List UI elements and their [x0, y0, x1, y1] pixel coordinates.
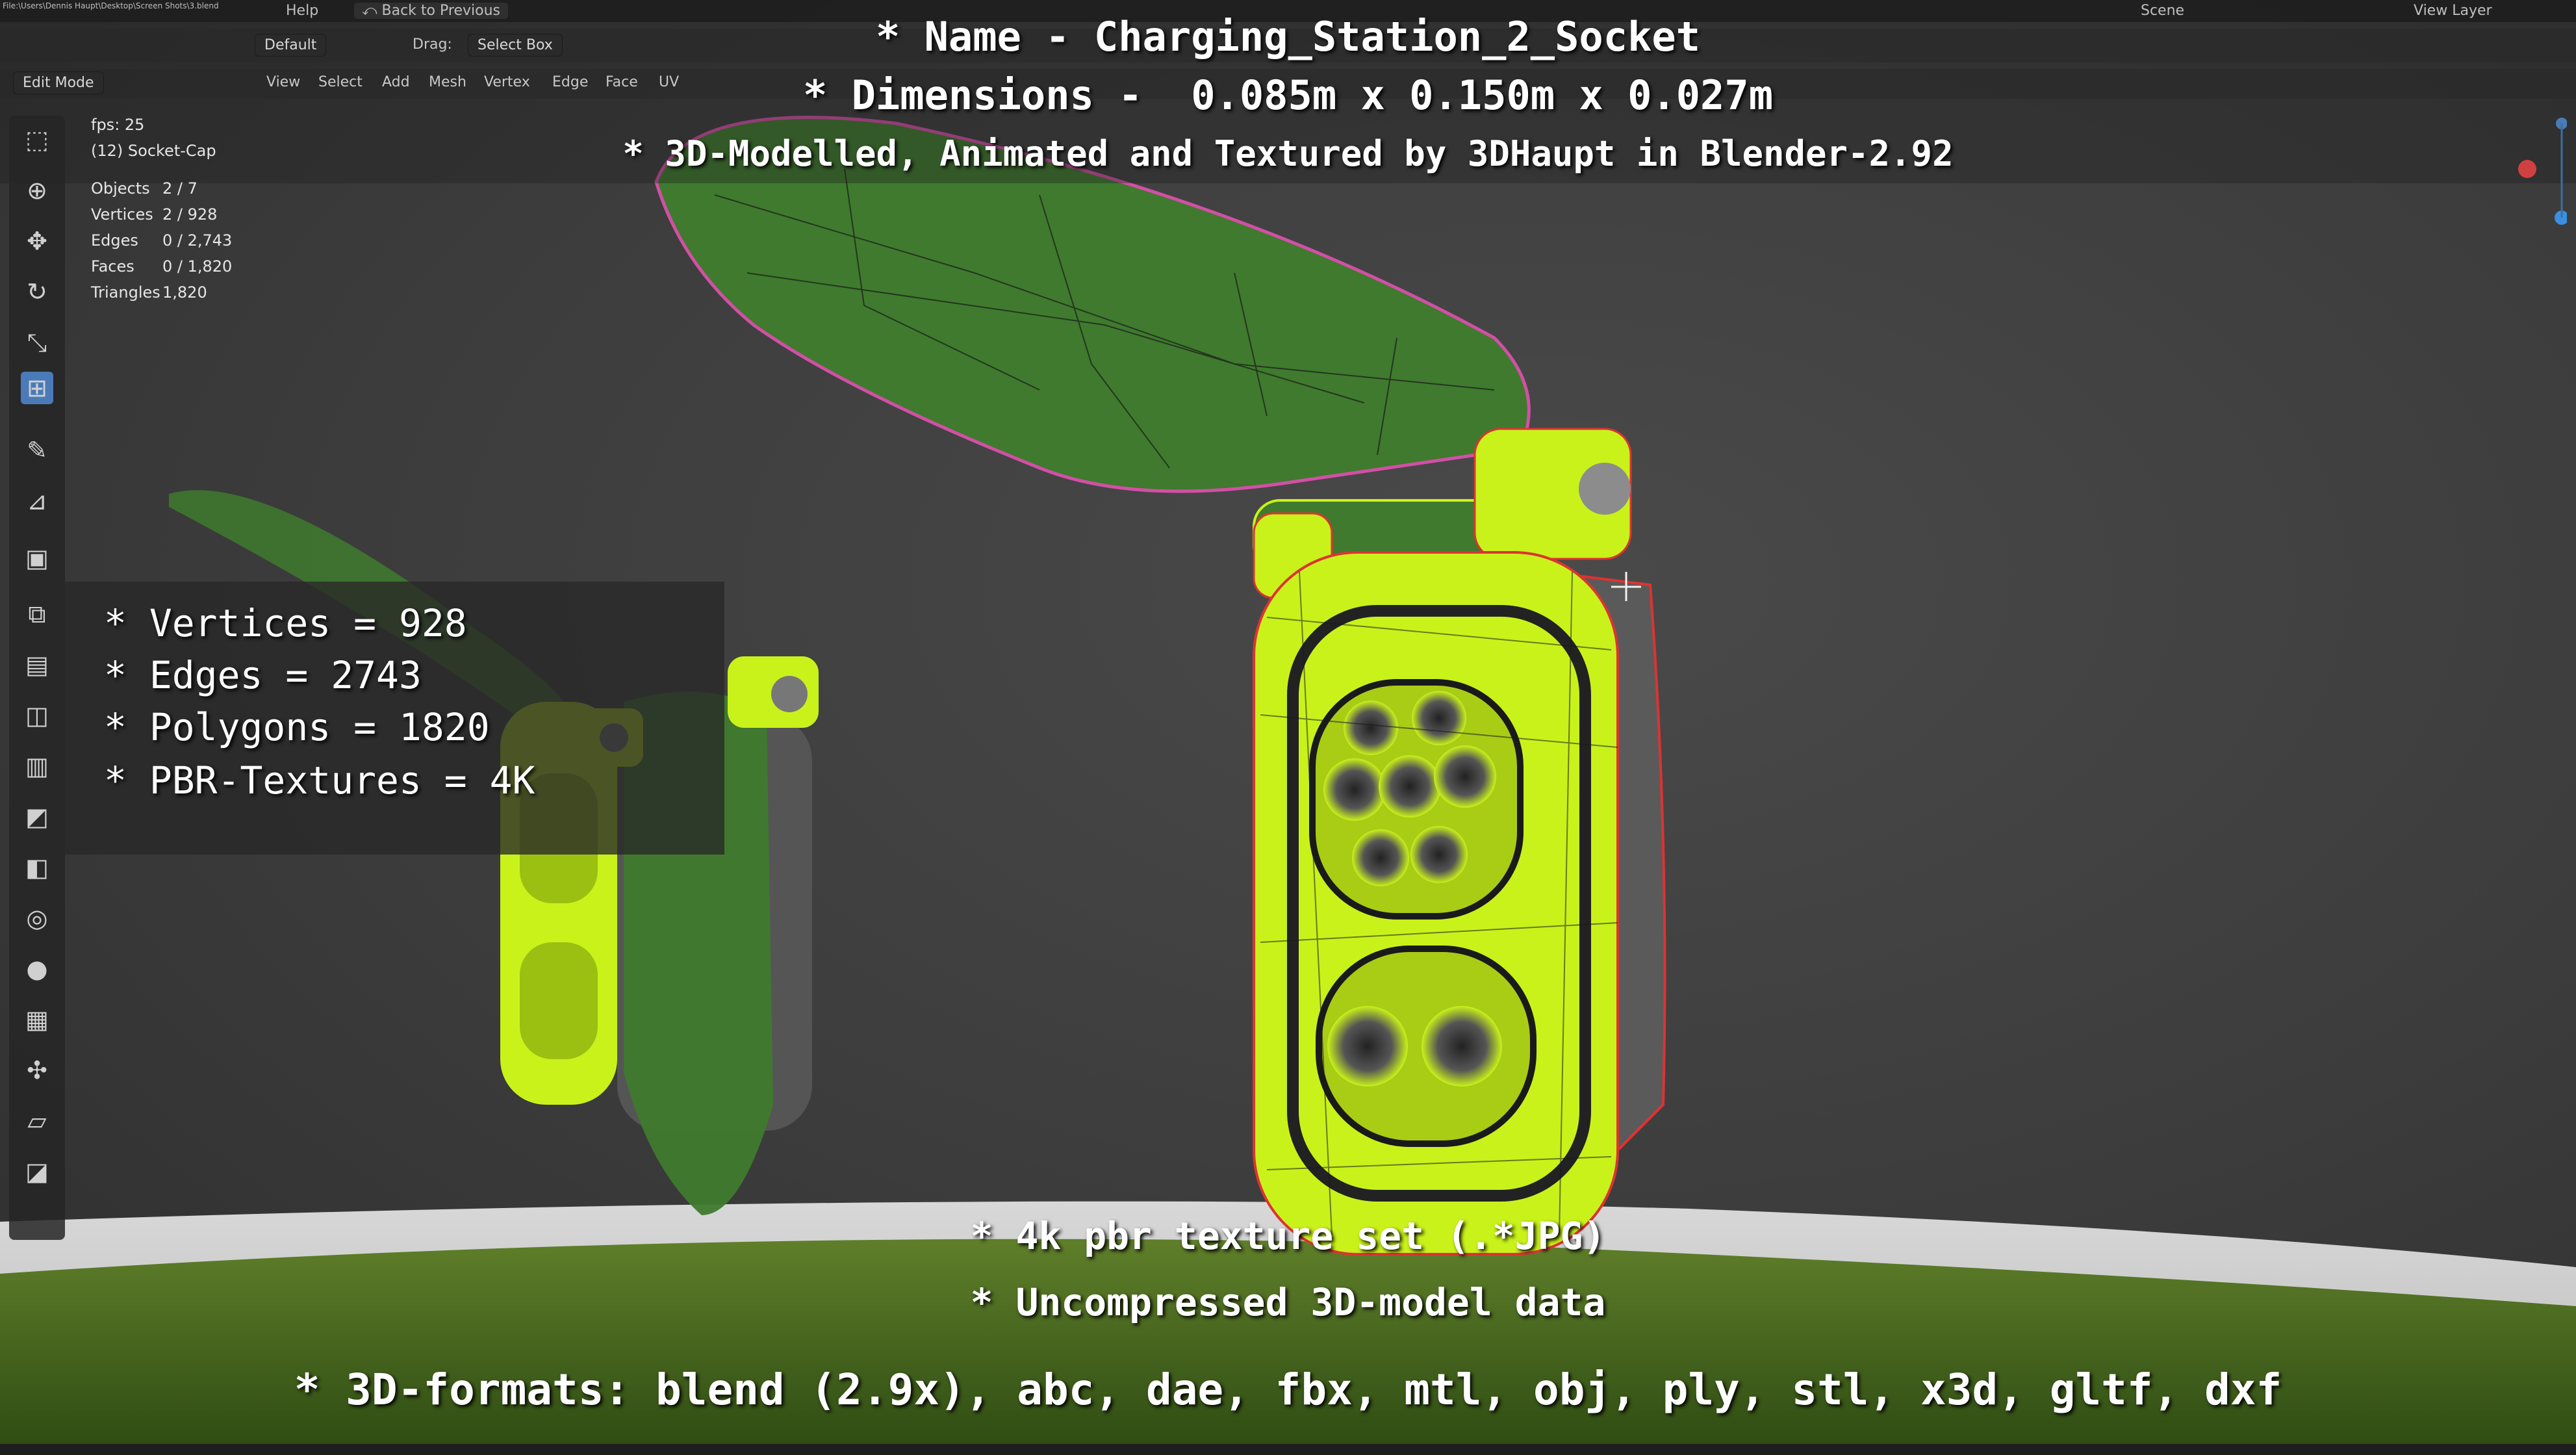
smooth-icon[interactable]: ● — [21, 953, 53, 985]
loop-cut-icon[interactable]: ▥ — [21, 750, 53, 782]
stat-key: Edges — [91, 231, 138, 250]
spin-icon[interactable]: ◎ — [21, 902, 53, 934]
stat-value: 0 / 2,743 — [162, 231, 233, 250]
measure-icon[interactable]: ⊿ — [21, 485, 53, 517]
left-toolbar: ⬚ ⊕ ✥ ↻ ⤡ ⊞ ✎ ⊿ ▣ ⧉ ▤ ◫ ▥ ◩ ◧ ◎ ● ▦ ✣ ▱ … — [9, 116, 65, 1240]
status-bar — [0, 1444, 2576, 1455]
spec-edges: * Edges = 2743 — [104, 653, 422, 697]
bevel-icon[interactable]: ◫ — [21, 699, 53, 732]
stat-row: Triangles 1,820 — [91, 279, 232, 305]
shrink-icon[interactable]: ✣ — [21, 1054, 53, 1087]
stat-key: Objects — [91, 179, 150, 198]
navigation-gizmo[interactable] — [2547, 110, 2567, 240]
stat-value: 2 / 928 — [162, 205, 218, 224]
extrude-icon[interactable]: ⧉ — [21, 598, 53, 630]
edge-slide-icon[interactable]: ▦ — [21, 1003, 53, 1036]
poly-build-icon[interactable]: ◧ — [21, 851, 53, 884]
spec-textures: * PBR-Textures = 4K — [104, 758, 535, 803]
shear-icon[interactable]: ▱ — [21, 1105, 53, 1137]
move-icon[interactable]: ✥ — [21, 225, 53, 257]
stat-value: 2 / 7 — [162, 179, 198, 198]
stat-row: Vertices 2 / 928 — [91, 201, 232, 227]
add-cube-icon[interactable]: ▣ — [21, 542, 53, 574]
inset-icon[interactable]: ▤ — [21, 649, 53, 681]
transform-icon[interactable]: ⊞ — [21, 372, 53, 404]
stat-value: 0 / 1,820 — [162, 257, 233, 276]
specs-panel: * Vertices = 928 * Edges = 2743 * Polygo… — [65, 582, 724, 855]
credits-caption: * 3D-Modelled, Animated and Textured by … — [622, 133, 1954, 174]
3d-viewport[interactable]: File:\Users\Dennis Haupt\Desktop\Screen … — [0, 0, 2576, 1455]
cursor-icon[interactable]: ⊕ — [21, 174, 53, 207]
spec-polygons: * Polygons = 1820 — [104, 705, 490, 749]
texture-set-caption: * 4k pbr texture set (.*JPG) — [970, 1214, 1606, 1258]
annotate-icon[interactable]: ✎ — [21, 434, 53, 467]
knife-icon[interactable]: ◩ — [21, 801, 53, 833]
stat-row: Edges 0 / 2,743 — [91, 227, 232, 253]
stat-key: Vertices — [91, 205, 153, 224]
stat-row: Faces 0 / 1,820 — [91, 253, 232, 279]
model-name-caption: * Name - Charging_Station_2_Socket — [875, 13, 1701, 60]
stat-key: Faces — [91, 257, 134, 276]
dimensions-caption: * Dimensions - 0.085m x 0.150m x 0.027m — [802, 71, 1774, 119]
spec-vertices: * Vertices = 928 — [104, 601, 467, 645]
stat-row: Objects 2 / 7 — [91, 175, 232, 201]
file-path: File:\Users\Dennis Haupt\Desktop\Screen … — [3, 1, 219, 10]
formats-caption: * 3D-formats: blend (2.9x), abc, dae, fb… — [294, 1365, 2282, 1415]
stat-key: Triangles — [91, 283, 160, 302]
uncompressed-caption: * Uncompressed 3D-model data — [970, 1280, 1606, 1324]
scale-icon[interactable]: ⤡ — [21, 326, 53, 359]
stat-value: 1,820 — [162, 283, 207, 302]
x-axis-icon[interactable] — [2514, 156, 2540, 182]
rip-icon[interactable]: ◪ — [21, 1155, 53, 1188]
rotate-icon[interactable]: ↻ — [21, 276, 53, 308]
